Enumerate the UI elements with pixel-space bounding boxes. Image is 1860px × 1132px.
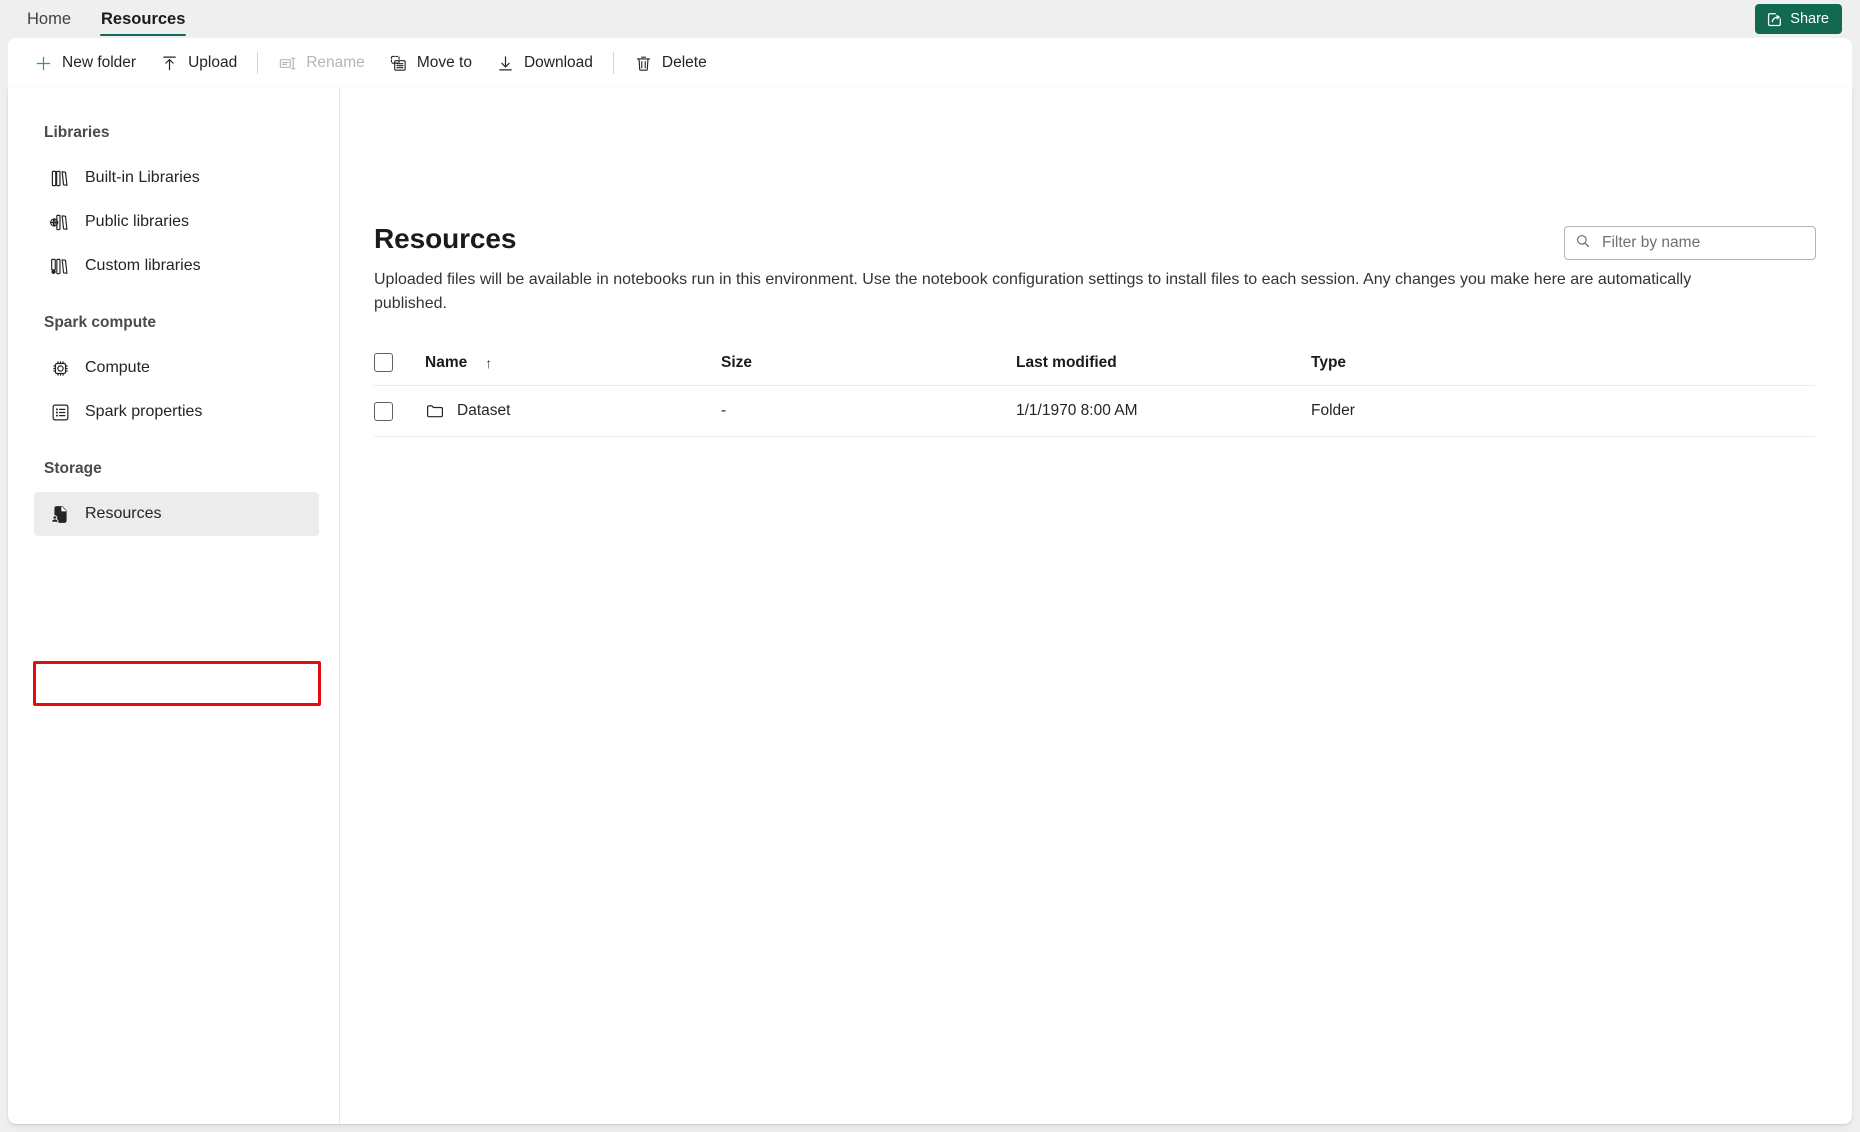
column-header-last-modified[interactable]: Last modified bbox=[1016, 354, 1311, 372]
command-bar: New folder Upload Rename Move to Downloa… bbox=[8, 38, 1852, 88]
main-card: Libraries Built-in Libraries Public libr… bbox=[8, 88, 1852, 1124]
tab-list: Home Resources bbox=[0, 0, 200, 38]
rename-button: Rename bbox=[266, 45, 377, 81]
upload-icon bbox=[160, 54, 179, 73]
delete-label: Delete bbox=[661, 54, 707, 71]
move-to-label: Move to bbox=[416, 54, 472, 71]
sidebar-item-label: Compute bbox=[85, 359, 150, 376]
sidebar-item-spark-properties[interactable]: Spark properties bbox=[34, 390, 319, 434]
new-folder-label: New folder bbox=[62, 54, 137, 71]
resources-table: Name ↑ Size Last modified Type Dataset -… bbox=[374, 340, 1815, 437]
toolbar-divider-1 bbox=[257, 52, 259, 74]
sidebar-group-storage: Storage Resources bbox=[8, 460, 339, 536]
share-button-label: Share bbox=[1790, 11, 1829, 27]
plus-icon bbox=[34, 54, 53, 73]
sidebar-item-built-in-libraries[interactable]: Built-in Libraries bbox=[34, 156, 319, 200]
row-checkbox[interactable] bbox=[374, 401, 393, 421]
move-to-icon bbox=[389, 54, 408, 73]
row-name-cell[interactable]: Dataset bbox=[425, 401, 721, 421]
new-folder-button[interactable]: New folder bbox=[22, 45, 148, 81]
row-last-modified-cell: 1/1/1970 8:00 AM bbox=[1016, 402, 1138, 419]
sidebar-item-label: Resources bbox=[85, 505, 162, 522]
select-all-checkbox[interactable] bbox=[374, 353, 393, 372]
compute-chip-icon bbox=[50, 358, 71, 379]
sidebar-item-label: Public libraries bbox=[85, 213, 190, 230]
sidebar-item-label: Built-in Libraries bbox=[85, 169, 200, 186]
rename-label: Rename bbox=[306, 54, 365, 71]
custom-libraries-icon bbox=[50, 256, 71, 277]
row-select-cell bbox=[374, 401, 425, 421]
built-in-libraries-icon bbox=[50, 168, 71, 189]
sidebar-group-libraries: Libraries Built-in Libraries Public libr… bbox=[8, 124, 339, 288]
filter-by-name-box[interactable] bbox=[1564, 226, 1816, 260]
download-label: Download bbox=[523, 54, 593, 71]
tab-resources[interactable]: Resources bbox=[86, 0, 200, 38]
sort-ascending-icon: ↑ bbox=[485, 354, 493, 371]
column-header-size[interactable]: Size bbox=[721, 354, 1016, 372]
rename-icon bbox=[278, 54, 297, 73]
table-header-row: Name ↑ Size Last modified Type bbox=[374, 340, 1815, 386]
download-icon bbox=[496, 54, 515, 73]
share-icon bbox=[1766, 11, 1783, 28]
search-icon bbox=[1575, 233, 1591, 254]
top-tab-strip: Home Resources Share bbox=[0, 0, 1860, 38]
row-size-cell: - bbox=[721, 402, 727, 419]
resources-file-icon bbox=[50, 504, 71, 525]
sidebar-item-custom-libraries[interactable]: Custom libraries bbox=[34, 244, 319, 288]
share-button[interactable]: Share bbox=[1755, 4, 1842, 34]
column-header-name[interactable]: Name ↑ bbox=[425, 354, 721, 372]
sidebar-group-title-libraries: Libraries bbox=[44, 124, 110, 141]
upload-label: Upload bbox=[188, 54, 238, 71]
sidebar-group-title-storage: Storage bbox=[44, 460, 102, 477]
select-all-cell bbox=[374, 353, 425, 372]
sidebar-item-compute[interactable]: Compute bbox=[34, 346, 319, 390]
column-header-type[interactable]: Type bbox=[1311, 354, 1815, 372]
toolbar-divider-2 bbox=[612, 52, 614, 74]
sidebar-group-title-spark-compute: Spark compute bbox=[44, 314, 156, 331]
page-description: Uploaded files will be available in note… bbox=[374, 271, 1692, 312]
properties-list-icon bbox=[50, 402, 71, 423]
resources-highlight-annotation bbox=[33, 661, 321, 706]
sidebar-item-label: Spark properties bbox=[85, 403, 203, 420]
page-title: Resources bbox=[374, 223, 517, 254]
sidebar: Libraries Built-in Libraries Public libr… bbox=[8, 88, 340, 1124]
content-pane: Resources Uploaded files will be availab… bbox=[341, 88, 1852, 1124]
filter-by-name-input[interactable] bbox=[1600, 233, 1805, 253]
move-to-button[interactable]: Move to bbox=[377, 45, 484, 81]
row-type-cell: Folder bbox=[1311, 402, 1355, 419]
public-libraries-icon bbox=[50, 212, 71, 233]
folder-icon bbox=[425, 401, 445, 421]
sidebar-item-public-libraries[interactable]: Public libraries bbox=[34, 200, 319, 244]
delete-button[interactable]: Delete bbox=[622, 45, 719, 81]
sidebar-group-spark-compute: Spark compute Compute Spark properties bbox=[8, 314, 339, 434]
column-header-name-label: Name bbox=[425, 353, 468, 371]
sidebar-item-resources[interactable]: Resources bbox=[34, 492, 319, 536]
row-name-label: Dataset bbox=[457, 402, 511, 419]
sidebar-item-label: Custom libraries bbox=[85, 257, 201, 274]
trash-icon bbox=[634, 54, 653, 73]
upload-button[interactable]: Upload bbox=[148, 45, 249, 81]
table-row[interactable]: Dataset - 1/1/1970 8:00 AM Folder bbox=[374, 386, 1815, 437]
tab-home[interactable]: Home bbox=[12, 0, 86, 38]
download-button[interactable]: Download bbox=[484, 45, 605, 81]
